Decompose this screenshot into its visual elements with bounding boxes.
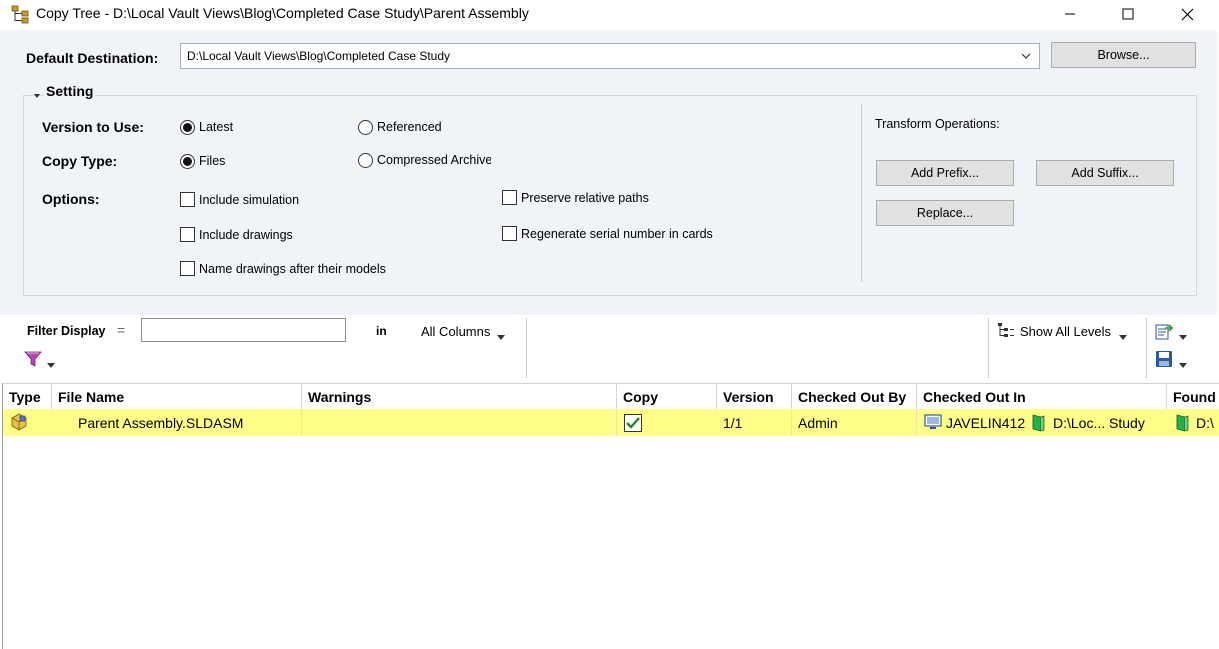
close-button[interactable] <box>1158 0 1216 28</box>
cell-found-in: D:\ <box>1196 415 1214 431</box>
radio-referenced-label: Referenced <box>377 120 442 134</box>
toolbar-separator <box>526 318 527 378</box>
assembly-icon <box>10 413 28 431</box>
dropdown-caret-icon[interactable] <box>47 357 55 368</box>
default-destination-label: Default Destination: <box>26 50 159 66</box>
options-label: Options: <box>42 191 100 207</box>
column-header-checked-out-by[interactable]: Checked Out By <box>792 384 917 409</box>
radio-referenced[interactable] <box>358 120 373 135</box>
window-title: Copy Tree - D:\Local Vault Views\Blog\Co… <box>36 5 529 21</box>
cell-version: 1/1 <box>717 409 792 436</box>
toolbar-separator <box>1146 318 1147 378</box>
green-folder-icon <box>1175 414 1189 432</box>
setting-title[interactable]: Setting <box>44 83 96 99</box>
collapse-caret-icon[interactable] <box>33 88 41 98</box>
cell-file-name[interactable]: Parent Assembly.SLDASM <box>72 409 302 436</box>
toolbar-separator <box>988 318 989 378</box>
regenerate-serial-label: Regenerate serial number in cards <box>521 227 713 241</box>
save-icon[interactable] <box>1155 350 1173 368</box>
add-suffix-button[interactable]: Add Suffix... <box>1036 160 1174 186</box>
column-header-file-name[interactable]: File Name <box>52 384 302 409</box>
close-icon <box>1181 8 1193 20</box>
dropdown-caret-icon[interactable] <box>497 329 505 340</box>
minimize-button[interactable] <box>1041 0 1099 28</box>
filter-equals-sign: = <box>117 322 126 338</box>
column-header-copy[interactable]: Copy <box>617 384 717 409</box>
copy-tree-icon <box>10 4 32 24</box>
maximize-icon <box>1122 8 1134 20</box>
dropdown-caret-icon[interactable] <box>1179 329 1187 340</box>
regenerate-serial-checkbox[interactable] <box>502 226 517 241</box>
cell-checked-out-path: D:\Loc... Study <box>1053 415 1145 431</box>
maximize-button[interactable] <box>1099 0 1157 28</box>
radio-files-label: Files <box>199 154 226 168</box>
replace-button[interactable]: Replace... <box>876 200 1014 226</box>
column-header-type[interactable]: Type <box>3 384 52 409</box>
radio-files[interactable] <box>180 154 195 169</box>
preserve-relative-paths-label: Preserve relative paths <box>521 191 649 205</box>
funnel-filter-icon[interactable] <box>24 350 42 368</box>
radio-compressed-archive[interactable] <box>358 153 373 168</box>
transform-operations-label: Transform Operations: <box>875 117 1000 131</box>
dropdown-caret-icon[interactable] <box>1119 329 1127 340</box>
minimize-icon <box>1065 13 1075 15</box>
filter-in-label: in <box>376 324 387 338</box>
add-prefix-button[interactable]: Add Prefix... <box>876 160 1014 186</box>
show-all-levels-button[interactable]: Show All Levels <box>1020 324 1111 339</box>
chevron-down-icon[interactable] <box>1019 49 1033 63</box>
cell-warnings <box>302 409 617 436</box>
include-drawings-label: Include drawings <box>199 228 293 242</box>
radio-latest[interactable] <box>180 120 195 135</box>
column-header-version[interactable]: Version <box>717 384 792 409</box>
include-drawings-checkbox[interactable] <box>180 227 195 242</box>
filter-display-label: Filter Display <box>27 324 106 338</box>
column-header-checked-out-in[interactable]: Checked Out In <box>917 384 1167 409</box>
copy-checkbox[interactable] <box>624 414 642 432</box>
browse-button[interactable]: Browse... <box>1051 42 1196 68</box>
columns-select[interactable]: All Columns <box>421 324 490 339</box>
cell-checked-out-by: Admin <box>792 409 917 436</box>
preserve-relative-paths-checkbox[interactable] <box>502 190 517 205</box>
radio-compressed-archive-label: Compressed Archive <box>377 153 491 167</box>
panel-divider <box>861 104 862 282</box>
green-folder-icon <box>1031 414 1045 432</box>
column-header-warnings[interactable]: Warnings <box>302 384 617 409</box>
cell-computer-name: JAVELIN412 <box>946 415 1026 431</box>
radio-latest-label: Latest <box>199 120 234 134</box>
filter-input[interactable] <box>141 318 346 342</box>
copy-type-label: Copy Type: <box>42 153 118 169</box>
dropdown-caret-icon[interactable] <box>1179 357 1187 368</box>
name-drawings-label: Name drawings after their models <box>199 262 386 276</box>
include-simulation-label: Include simulation <box>199 193 300 207</box>
column-header-found-in[interactable]: Found In <box>1167 384 1219 409</box>
export-icon[interactable] <box>1155 322 1174 340</box>
computer-icon <box>924 414 942 430</box>
include-simulation-checkbox[interactable] <box>180 192 195 207</box>
version-to-use-label: Version to Use: <box>42 119 144 135</box>
check-icon <box>626 417 640 429</box>
tree-levels-icon[interactable] <box>997 322 1015 338</box>
default-destination-combo[interactable]: D:\Local Vault Views\Blog\Completed Case… <box>180 43 1040 69</box>
name-drawings-checkbox[interactable] <box>180 261 195 276</box>
